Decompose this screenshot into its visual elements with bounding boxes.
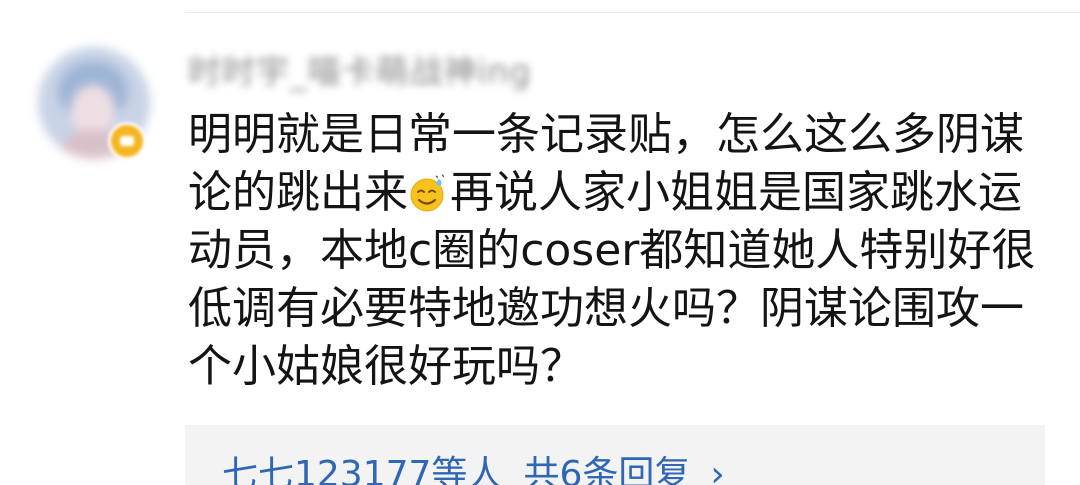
reply-user-link[interactable]: 七七123177等人 [222, 454, 503, 485]
comment-username[interactable]: 时时宇_喵卡萌战神ing [188, 52, 532, 92]
replies-preview[interactable]: 七七123177等人 共6条回复 › [185, 425, 1045, 485]
comment-text: 明明就是日常一条记录贴，怎么这么多阴谋论的跳出来 再说人家小姐姐是国家跳水运动员… [188, 106, 1058, 396]
reply-count-link[interactable]: 共6条回复 [523, 454, 690, 485]
vip-badge-icon [108, 122, 146, 160]
chevron-right-icon[interactable]: › [710, 454, 724, 485]
replies-summary[interactable]: 七七123177等人 共6条回复 › [222, 454, 725, 485]
dizzy-sweat-emoji-icon [410, 174, 444, 212]
top-divider [185, 12, 1080, 13]
